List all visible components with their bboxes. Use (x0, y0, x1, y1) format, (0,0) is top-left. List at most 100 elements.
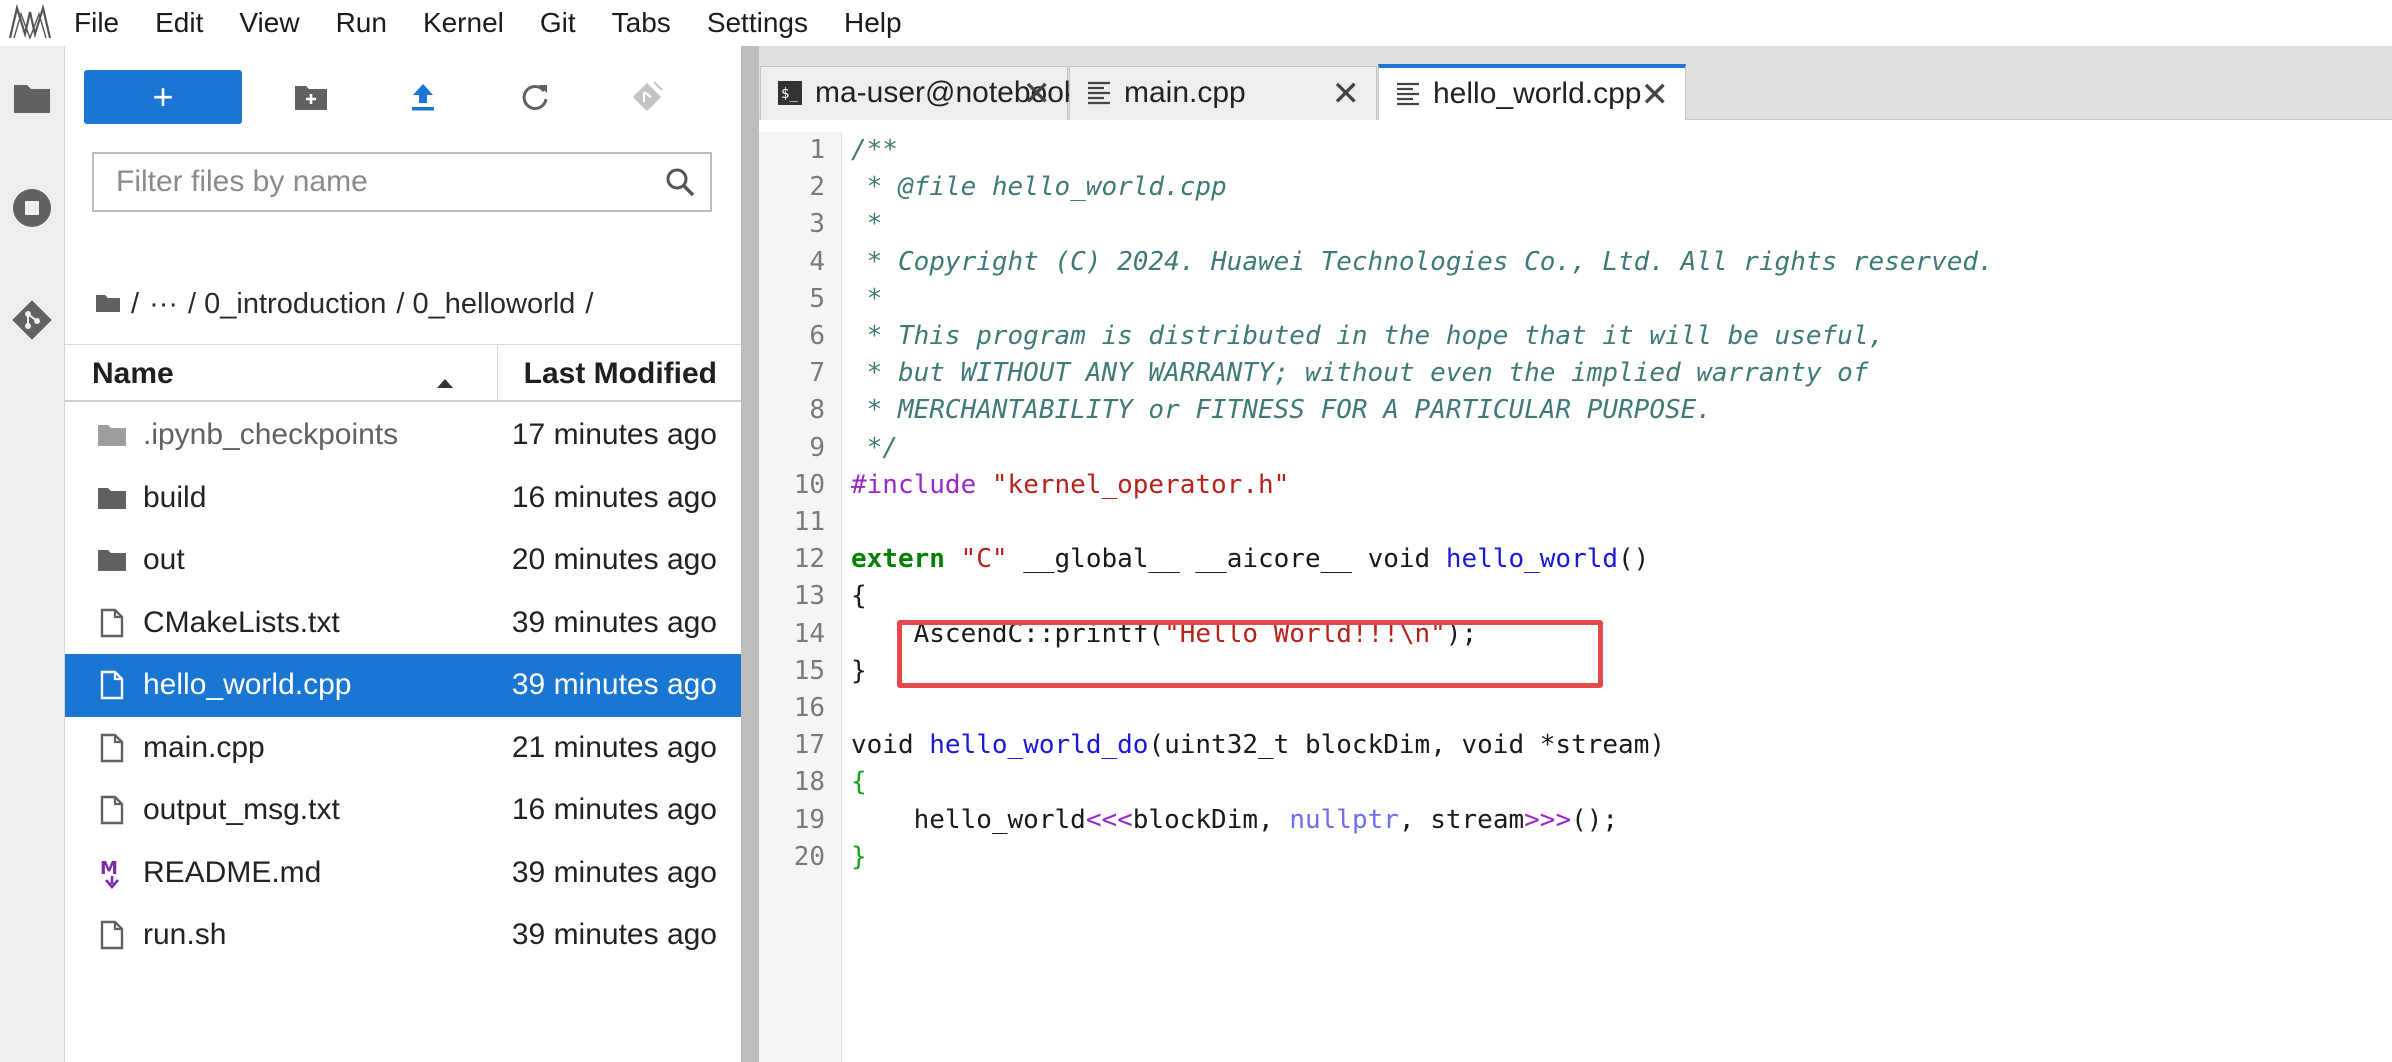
filter-input[interactable] (114, 164, 658, 200)
file-modified: 17 minutes ago (511, 418, 717, 451)
git-clone-icon[interactable] (621, 72, 673, 122)
folder-icon (95, 418, 129, 452)
file-row[interactable]: build 16 minutes ago (65, 467, 741, 530)
code-token: * MERCHANTABILITY or FITNESS FOR A PARTI… (851, 395, 1712, 426)
folder-icon (95, 543, 129, 577)
text-file-icon (1086, 80, 1112, 114)
line-number: 20 (793, 841, 825, 872)
code-token: >>> (1524, 804, 1572, 835)
line-number: 8 (809, 395, 825, 426)
code-line: /** (851, 132, 898, 169)
menu-view[interactable]: View (221, 0, 317, 46)
file-list-header: Name Last Modified (65, 344, 741, 402)
code-line: hello_world<<<blockDim, nullptr, stream>… (851, 802, 1618, 839)
tab-bar: $_ ma-user@notebook-c768c7 ✕ main.cpp ✕ … (759, 46, 2392, 120)
code-line: * Copyright (C) 2024. Huawei Technologie… (851, 244, 1994, 281)
line-number: 7 (809, 358, 825, 389)
code-token: blockDim, (1132, 804, 1290, 835)
code-line: * This program is distributed in the hop… (851, 318, 1884, 355)
breadcrumb: / ··· / 0_introduction / 0_helloworld / (95, 284, 603, 324)
git-icon[interactable] (0, 288, 64, 352)
file-name: main.cpp (143, 730, 265, 764)
code-token: * This program is distributed in the hop… (851, 321, 1885, 351)
search-icon[interactable] (664, 166, 696, 203)
menu-run[interactable]: Run (318, 0, 405, 46)
line-number: 19 (793, 804, 825, 835)
code-line: * @file hello_world.cpp (851, 169, 1227, 206)
tab-hello-world-cpp[interactable]: hello_world.cpp ✕ (1378, 64, 1686, 120)
text-file-icon (1395, 81, 1421, 115)
file-name: README.md (143, 855, 322, 889)
file-row[interactable]: main.cpp 21 minutes ago (65, 717, 741, 780)
code-token: } (851, 655, 867, 686)
code-line: #include "kernel_operator.h" (851, 467, 1289, 504)
code-token: hello_world_do (929, 730, 1149, 761)
code-token: { (851, 581, 867, 612)
line-number: 3 (809, 209, 825, 240)
code-line: { (851, 578, 867, 615)
file-list: .ipynb_checkpoints 17 minutes ago build 16 … (65, 404, 741, 967)
code-token: nullptr (1289, 804, 1399, 835)
file-row[interactable]: out 20 minutes ago (65, 529, 741, 592)
menu-tabs[interactable]: Tabs (594, 0, 689, 46)
file-icon (95, 918, 129, 952)
menu-edit[interactable]: Edit (137, 0, 221, 46)
close-icon[interactable]: ✕ (1332, 74, 1361, 114)
new-launcher-button[interactable]: + (84, 70, 242, 124)
column-divider[interactable] (497, 345, 498, 401)
code-token: "C" (960, 544, 1008, 575)
file-name: run.sh (143, 918, 227, 951)
file-modified: 39 minutes ago (511, 605, 717, 639)
column-header-last-modified[interactable]: Last Modified (524, 357, 717, 391)
breadcrumb-0-helloworld[interactable]: / 0_helloworld (396, 288, 575, 321)
line-number: 17 (793, 730, 825, 761)
line-number: 5 (809, 283, 825, 314)
menu-kernel[interactable]: Kernel (405, 0, 522, 46)
markdown-icon: M (95, 856, 129, 890)
file-row[interactable]: M README.md 39 minutes ago (65, 842, 741, 905)
line-number: 18 (793, 767, 825, 798)
code-line: extern "C" __global__ __aicore__ void he… (851, 541, 1649, 578)
file-row[interactable]: hello_world.cpp 39 minutes ago (65, 654, 741, 717)
panel-splitter[interactable] (741, 46, 759, 1062)
refresh-icon[interactable] (509, 72, 561, 122)
file-row[interactable]: output_msg.txt 16 minutes ago (65, 779, 741, 842)
activity-bar (0, 46, 65, 1062)
menu-file[interactable]: File (56, 0, 137, 46)
breadcrumb-ellipsis[interactable]: ··· (149, 288, 178, 321)
line-number: 9 (809, 432, 825, 463)
code-editor[interactable]: 1 2 3 4 5 6 7 8 9 10 11 12 13 14 15 16 17 18 19 20 /** * @f… (759, 132, 2392, 1062)
code-token: * (851, 283, 883, 314)
menu-git[interactable]: Git (522, 0, 594, 46)
tab-main-cpp[interactable]: main.cpp ✕ (1069, 66, 1377, 120)
folder-icon[interactable] (0, 66, 64, 130)
file-icon (95, 731, 129, 765)
code-token: (); (1571, 804, 1619, 835)
new-folder-icon[interactable] (285, 72, 337, 122)
menu-settings[interactable]: Settings (689, 0, 826, 46)
tab-label: hello_world.cpp (1433, 77, 1642, 110)
breadcrumb-root[interactable]: / (131, 288, 139, 321)
file-name: build (143, 480, 207, 514)
menu-help[interactable]: Help (826, 0, 920, 46)
close-icon[interactable]: ✕ (1023, 74, 1052, 114)
file-icon (95, 793, 129, 827)
sort-ascending-icon[interactable] (435, 363, 455, 397)
folder-icon[interactable] (95, 288, 121, 321)
file-row[interactable]: CMakeLists.txt 39 minutes ago (65, 592, 741, 655)
jupyter-logo-icon[interactable] (4, 0, 56, 46)
file-row[interactable]: run.sh 39 minutes ago (65, 904, 741, 967)
breadcrumb-0-introduction[interactable]: / 0_introduction (188, 288, 386, 321)
filter-box (92, 152, 712, 212)
running-icon[interactable] (0, 176, 64, 240)
tab-terminal[interactable]: $_ ma-user@notebook-c768c7 ✕ (760, 66, 1186, 120)
code-token: */ (851, 432, 898, 463)
column-header-name[interactable]: Name (92, 357, 174, 391)
code-token: /** (851, 135, 898, 165)
close-icon[interactable]: ✕ (1641, 75, 1670, 115)
upload-icon[interactable] (397, 72, 449, 122)
file-row[interactable]: .ipynb_checkpoints 17 minutes ago (65, 404, 741, 467)
code-token: , stream (1398, 804, 1525, 835)
file-modified: 20 minutes ago (511, 543, 717, 576)
file-name: CMakeLists.txt (143, 605, 340, 639)
